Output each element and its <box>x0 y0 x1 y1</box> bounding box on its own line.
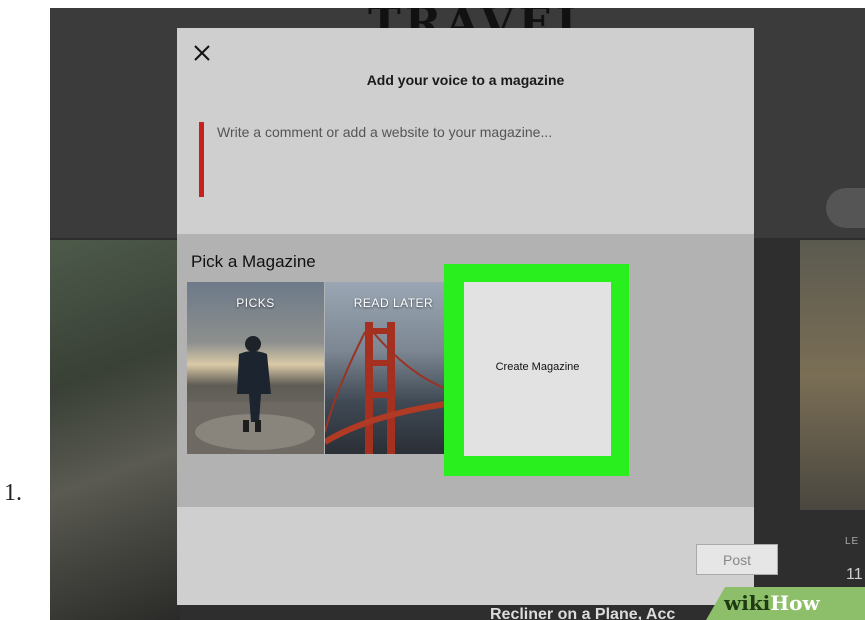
comment-accent-bar <box>199 122 204 197</box>
wikihow-watermark: wikiHow <box>706 587 865 620</box>
magazine-tile-picks[interactable]: PICKS <box>187 282 324 454</box>
background-side-label: LE <box>845 536 860 547</box>
watermark-wiki: wiki <box>724 591 771 615</box>
create-magazine-button[interactable]: Create Magazine <box>464 282 611 456</box>
post-button[interactable]: Post <box>696 544 778 575</box>
pick-magazine-section: Pick a Magazine PICKS READ LATER Create … <box>177 234 754 507</box>
background-card-left <box>50 240 180 620</box>
close-icon <box>194 45 210 61</box>
magazine-tile-label: PICKS <box>236 296 275 310</box>
background-side-number: 11 <box>846 566 863 583</box>
comment-input[interactable] <box>217 124 727 184</box>
dialog-title: Add your voice to a magazine <box>366 72 565 88</box>
close-button[interactable] <box>191 42 215 66</box>
background-article-title: Recliner on a Plane, Acc <box>490 606 676 620</box>
watermark-how: How <box>770 591 820 615</box>
magazine-tile-label: READ LATER <box>353 296 434 310</box>
background-side-tab <box>826 188 865 228</box>
magazine-tile-read-later[interactable]: READ LATER <box>325 282 462 454</box>
pick-magazine-heading: Pick a Magazine <box>191 252 316 271</box>
list-number: 1. <box>4 480 22 506</box>
create-magazine-label: Create Magazine <box>495 361 580 373</box>
add-to-magazine-dialog: Add your voice to a magazine Pick a Maga… <box>177 28 778 605</box>
background-card-right <box>800 240 865 510</box>
